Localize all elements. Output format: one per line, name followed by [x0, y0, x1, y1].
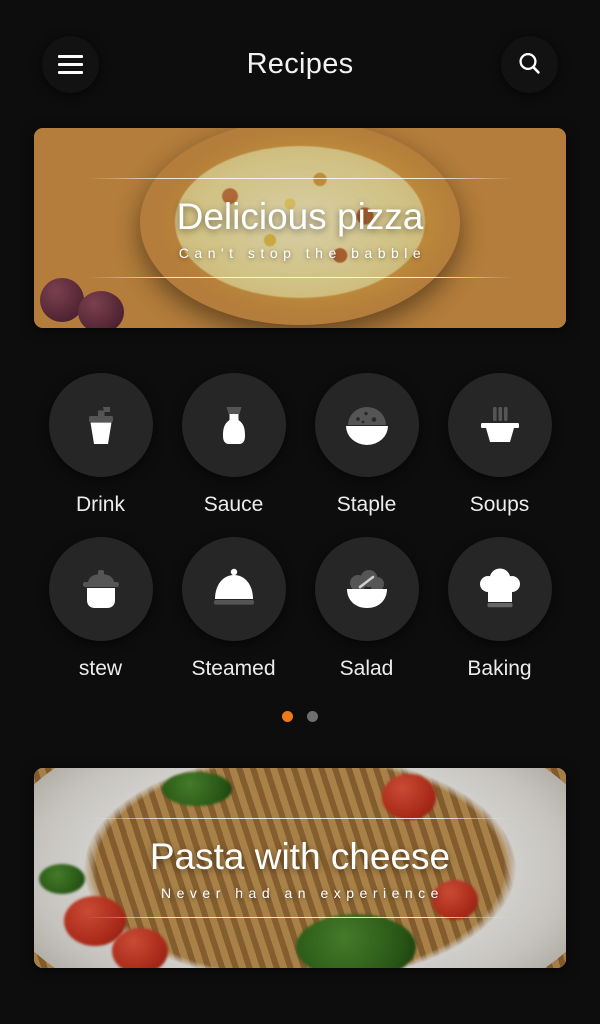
- category-grid: Drink Sauce Staple Soups stew Steamed Sa…: [34, 373, 566, 681]
- category-icon-wrap: [48, 373, 153, 477]
- rice-bowl-icon: [345, 407, 388, 445]
- category-label: stew: [78, 657, 123, 680]
- hamburger-menu-icon: [58, 54, 83, 74]
- cloche-dome-icon: [213, 568, 254, 605]
- caption-top-rule: [86, 818, 514, 819]
- bottom-banner-card[interactable]: Pasta with cheese Never had an experienc…: [34, 768, 566, 968]
- category-item-steamed[interactable]: Steamed: [167, 537, 300, 681]
- hero-banner-caption: Delicious pizza Can't stop the babble: [34, 178, 566, 278]
- bottom-banner-wrap: Pasta with cheese Never had an experienc…: [0, 768, 600, 968]
- sauce-bottle-icon: [222, 407, 245, 444]
- category-label: Drink: [75, 493, 125, 516]
- hero-banner-subtitle: Can't stop the babble: [178, 245, 427, 261]
- bottom-banner-subtitle: Never had an experience: [161, 885, 444, 901]
- hero-banner-title: Delicious pizza: [176, 196, 424, 237]
- category-label: Sauce: [203, 493, 264, 516]
- category-item-salad[interactable]: Salad: [300, 537, 433, 681]
- caption-top-rule: [86, 178, 514, 179]
- search-icon: [518, 52, 540, 74]
- category-item-soups[interactable]: Soups: [433, 373, 566, 517]
- chef-hat-icon: [479, 568, 520, 608]
- category-icon-wrap: [181, 373, 286, 477]
- category-icon-wrap: [447, 373, 552, 477]
- category-item-sauce[interactable]: Sauce: [167, 373, 300, 517]
- search-button[interactable]: [501, 35, 558, 93]
- category-item-baking[interactable]: Baking: [433, 537, 566, 681]
- category-item-stew[interactable]: stew: [34, 537, 167, 681]
- category-label: Steamed: [191, 657, 276, 680]
- stew-pot-icon: [82, 570, 119, 608]
- caption-bottom-rule: [86, 917, 514, 918]
- caption-bottom-rule: [86, 277, 514, 278]
- app-header: Recipes: [0, 0, 600, 128]
- category-item-drink[interactable]: Drink: [34, 373, 167, 517]
- page-title: Recipes: [246, 47, 354, 80]
- category-icon-wrap: [181, 537, 286, 641]
- drink-cup-icon: [88, 407, 113, 444]
- carousel-pagination: [0, 711, 600, 722]
- category-label: Soups: [469, 493, 530, 516]
- soup-bowl-icon: [480, 407, 519, 442]
- category-icon-wrap: [48, 537, 153, 641]
- bottom-banner-title: Pasta with cheese: [149, 836, 451, 877]
- hero-banner-card[interactable]: Delicious pizza Can't stop the babble: [34, 128, 566, 328]
- bottom-banner-caption: Pasta with cheese Never had an experienc…: [34, 818, 566, 918]
- category-label: Salad: [339, 657, 394, 680]
- pagination-dot-active[interactable]: [282, 711, 293, 722]
- salad-bowl-icon: [346, 570, 387, 608]
- pagination-dot-inactive[interactable]: [307, 711, 318, 722]
- category-label: Baking: [467, 657, 532, 680]
- category-icon-wrap: [314, 537, 419, 641]
- category-icon-wrap: [447, 537, 552, 641]
- category-icon-wrap: [314, 373, 419, 477]
- menu-button[interactable]: [42, 35, 99, 93]
- category-item-staple[interactable]: Staple: [300, 373, 433, 517]
- category-label: Staple: [336, 493, 397, 516]
